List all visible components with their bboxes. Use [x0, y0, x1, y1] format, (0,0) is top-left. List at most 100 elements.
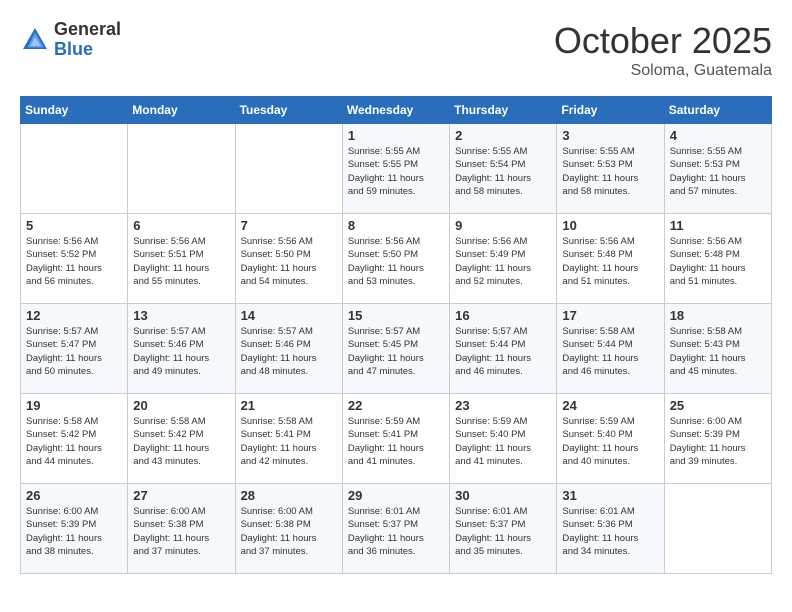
day-number: 13: [133, 308, 229, 323]
day-number: 2: [455, 128, 551, 143]
day-info: Sunrise: 5:56 AM Sunset: 5:49 PM Dayligh…: [455, 235, 551, 288]
calendar-cell: 30 Sunrise: 6:01 AM Sunset: 5:37 PM Dayli…: [450, 484, 557, 574]
day-number: 31: [562, 488, 658, 503]
day-info: Sunrise: 5:58 AM Sunset: 5:44 PM Dayligh…: [562, 325, 658, 378]
day-info: Sunrise: 5:55 AM Sunset: 5:53 PM Dayligh…: [562, 145, 658, 198]
calendar-cell: 19 Sunrise: 5:58 AM Sunset: 5:42 PM Dayli…: [21, 394, 128, 484]
day-number: 17: [562, 308, 658, 323]
month-title: October 2025: [554, 20, 772, 62]
header-row: SundayMondayTuesdayWednesdayThursdayFrid…: [21, 97, 772, 124]
day-number: 10: [562, 218, 658, 233]
calendar-cell: 22 Sunrise: 5:59 AM Sunset: 5:41 PM Dayli…: [342, 394, 449, 484]
logo-text: General Blue: [54, 20, 121, 60]
day-info: Sunrise: 5:57 AM Sunset: 5:46 PM Dayligh…: [241, 325, 337, 378]
day-number: 7: [241, 218, 337, 233]
calendar-cell: 9 Sunrise: 5:56 AM Sunset: 5:49 PM Daylig…: [450, 214, 557, 304]
day-number: 30: [455, 488, 551, 503]
calendar-cell: 14 Sunrise: 5:57 AM Sunset: 5:46 PM Dayli…: [235, 304, 342, 394]
calendar-cell: [21, 124, 128, 214]
day-info: Sunrise: 5:56 AM Sunset: 5:51 PM Dayligh…: [133, 235, 229, 288]
calendar-week: 1Sunrise: 5:55 AM Sunset: 5:55 PM Daylig…: [21, 124, 772, 214]
calendar-cell: 13Sunrise: 5:57 AM Sunset: 5:46 PM Dayli…: [128, 304, 235, 394]
weekday-header: Thursday: [450, 97, 557, 124]
calendar-cell: 3 Sunrise: 5:55 AM Sunset: 5:53 PM Daylig…: [557, 124, 664, 214]
calendar-cell: 18 Sunrise: 5:58 AM Sunset: 5:43 PM Dayli…: [664, 304, 771, 394]
page-header: General Blue October 2025 Soloma, Guatem…: [20, 20, 772, 80]
logo-icon: [20, 25, 50, 55]
calendar-cell: 16 Sunrise: 5:57 AM Sunset: 5:44 PM Dayli…: [450, 304, 557, 394]
weekday-header: Monday: [128, 97, 235, 124]
day-number: 11: [670, 218, 766, 233]
day-info: Sunrise: 5:58 AM Sunset: 5:43 PM Dayligh…: [670, 325, 766, 378]
day-number: 27: [133, 488, 229, 503]
calendar-cell: 12 Sunrise: 5:57 AM Sunset: 5:47 PM Dayli…: [21, 304, 128, 394]
calendar-cell: 31 Sunrise: 6:01 AM Sunset: 5:36 PM Dayli…: [557, 484, 664, 574]
calendar-cell: 15 Sunrise: 5:57 AM Sunset: 5:45 PM Dayli…: [342, 304, 449, 394]
day-info: Sunrise: 5:56 AM Sunset: 5:48 PM Dayligh…: [562, 235, 658, 288]
day-info: Sunrise: 5:56 AM Sunset: 5:52 PM Dayligh…: [26, 235, 122, 288]
day-info: Sunrise: 6:01 AM Sunset: 5:36 PM Dayligh…: [562, 505, 658, 558]
day-info: Sunrise: 5:59 AM Sunset: 5:41 PM Dayligh…: [348, 415, 444, 468]
day-info: Sunrise: 5:57 AM Sunset: 5:44 PM Dayligh…: [455, 325, 551, 378]
calendar-week: 19 Sunrise: 5:58 AM Sunset: 5:42 PM Dayli…: [21, 394, 772, 484]
calendar-cell: 8Sunrise: 5:56 AM Sunset: 5:50 PM Daylig…: [342, 214, 449, 304]
day-number: 25: [670, 398, 766, 413]
calendar-cell: [664, 484, 771, 574]
calendar-cell: 5 Sunrise: 5:56 AM Sunset: 5:52 PM Daylig…: [21, 214, 128, 304]
calendar-cell: 10 Sunrise: 5:56 AM Sunset: 5:48 PM Dayli…: [557, 214, 664, 304]
day-info: Sunrise: 5:58 AM Sunset: 5:42 PM Dayligh…: [26, 415, 122, 468]
day-info: Sunrise: 6:00 AM Sunset: 5:39 PM Dayligh…: [26, 505, 122, 558]
calendar-cell: 21 Sunrise: 5:58 AM Sunset: 5:41 PM Dayli…: [235, 394, 342, 484]
calendar-table: SundayMondayTuesdayWednesdayThursdayFrid…: [20, 96, 772, 574]
day-info: Sunrise: 6:01 AM Sunset: 5:37 PM Dayligh…: [348, 505, 444, 558]
day-info: Sunrise: 5:55 AM Sunset: 5:53 PM Dayligh…: [670, 145, 766, 198]
day-number: 15: [348, 308, 444, 323]
calendar-cell: [235, 124, 342, 214]
calendar-cell: 27Sunrise: 6:00 AM Sunset: 5:38 PM Dayli…: [128, 484, 235, 574]
calendar-week: 26Sunrise: 6:00 AM Sunset: 5:39 PM Dayli…: [21, 484, 772, 574]
calendar-week: 5 Sunrise: 5:56 AM Sunset: 5:52 PM Daylig…: [21, 214, 772, 304]
day-info: Sunrise: 5:59 AM Sunset: 5:40 PM Dayligh…: [562, 415, 658, 468]
calendar-cell: 2 Sunrise: 5:55 AM Sunset: 5:54 PM Daylig…: [450, 124, 557, 214]
day-info: Sunrise: 5:55 AM Sunset: 5:54 PM Dayligh…: [455, 145, 551, 198]
day-number: 29: [348, 488, 444, 503]
day-info: Sunrise: 5:57 AM Sunset: 5:47 PM Dayligh…: [26, 325, 122, 378]
calendar-cell: [128, 124, 235, 214]
day-number: 12: [26, 308, 122, 323]
weekday-header: Wednesday: [342, 97, 449, 124]
day-number: 1: [348, 128, 444, 143]
weekday-header: Tuesday: [235, 97, 342, 124]
day-number: 16: [455, 308, 551, 323]
calendar-cell: 7 Sunrise: 5:56 AM Sunset: 5:50 PM Daylig…: [235, 214, 342, 304]
logo-blue: Blue: [54, 40, 121, 60]
calendar-cell: 20Sunrise: 5:58 AM Sunset: 5:42 PM Dayli…: [128, 394, 235, 484]
day-info: Sunrise: 5:58 AM Sunset: 5:41 PM Dayligh…: [241, 415, 337, 468]
calendar-cell: 28Sunrise: 6:00 AM Sunset: 5:38 PM Dayli…: [235, 484, 342, 574]
day-number: 5: [26, 218, 122, 233]
weekday-header: Friday: [557, 97, 664, 124]
day-info: Sunrise: 5:57 AM Sunset: 5:45 PM Dayligh…: [348, 325, 444, 378]
day-number: 22: [348, 398, 444, 413]
day-info: Sunrise: 5:59 AM Sunset: 5:40 PM Dayligh…: [455, 415, 551, 468]
day-info: Sunrise: 6:00 AM Sunset: 5:39 PM Dayligh…: [670, 415, 766, 468]
logo-general: General: [54, 20, 121, 40]
calendar-cell: 17 Sunrise: 5:58 AM Sunset: 5:44 PM Dayli…: [557, 304, 664, 394]
day-info: Sunrise: 5:56 AM Sunset: 5:50 PM Dayligh…: [241, 235, 337, 288]
weekday-header: Saturday: [664, 97, 771, 124]
day-number: 9: [455, 218, 551, 233]
calendar-cell: 23Sunrise: 5:59 AM Sunset: 5:40 PM Dayli…: [450, 394, 557, 484]
logo: General Blue: [20, 20, 121, 60]
title-block: October 2025 Soloma, Guatemala: [554, 20, 772, 80]
day-number: 20: [133, 398, 229, 413]
day-number: 18: [670, 308, 766, 323]
day-number: 3: [562, 128, 658, 143]
day-number: 14: [241, 308, 337, 323]
location: Soloma, Guatemala: [554, 62, 772, 80]
day-info: Sunrise: 6:01 AM Sunset: 5:37 PM Dayligh…: [455, 505, 551, 558]
calendar-cell: 24Sunrise: 5:59 AM Sunset: 5:40 PM Dayli…: [557, 394, 664, 484]
day-number: 21: [241, 398, 337, 413]
calendar-cell: 26Sunrise: 6:00 AM Sunset: 5:39 PM Dayli…: [21, 484, 128, 574]
day-info: Sunrise: 6:00 AM Sunset: 5:38 PM Dayligh…: [241, 505, 337, 558]
day-number: 19: [26, 398, 122, 413]
weekday-header: Sunday: [21, 97, 128, 124]
